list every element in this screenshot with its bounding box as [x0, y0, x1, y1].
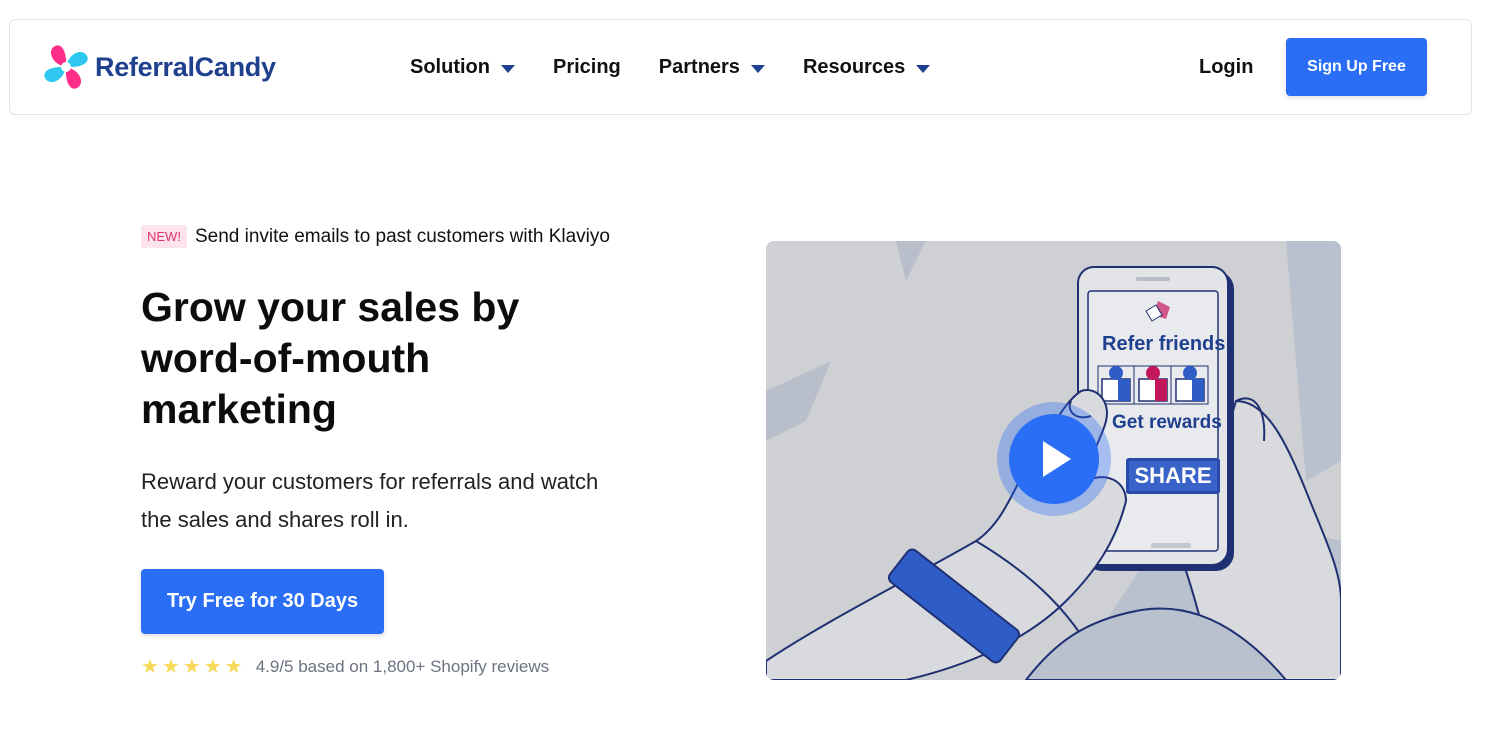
nav-item-label: Partners: [658, 56, 740, 78]
chevron-down-icon: [916, 65, 931, 73]
nav-item-label: Solution: [410, 56, 490, 78]
star-icon: ★: [224, 656, 243, 678]
star-icon: ★: [203, 656, 222, 678]
nav-item-solution[interactable]: Solution: [410, 56, 515, 79]
sign-up-button[interactable]: Sign Up Free: [1286, 38, 1427, 96]
nav-item-partners[interactable]: Partners: [659, 56, 765, 79]
new-badge: NEW!: [141, 225, 187, 248]
video-thumbnail[interactable]: Refer friends Get rewards SHARE: [766, 241, 1341, 680]
login-link[interactable]: Login: [1199, 56, 1253, 79]
nav-item-label: Pricing: [552, 56, 621, 78]
nav-item-label: Resources: [802, 56, 906, 78]
star-icon: ★: [161, 656, 180, 678]
star-icon: ★: [141, 656, 159, 678]
referralcandy-logo-icon: [44, 45, 88, 89]
share-button-graphic: SHARE: [1126, 458, 1220, 494]
chevron-down-icon: [750, 65, 765, 73]
announcement-text: Send invite emails to past customers wit…: [194, 225, 610, 247]
star-icon: ★: [182, 656, 201, 678]
hero-subtext: Reward your customers for referrals and …: [141, 469, 599, 532]
nav-item-pricing[interactable]: Pricing: [553, 56, 621, 79]
rating-stars: ★ ★ ★ ★ ★: [141, 656, 246, 678]
announcement-banner[interactable]: NEW! Send invite emails to past customer…: [141, 225, 610, 248]
chevron-down-icon: [500, 65, 515, 73]
refer-friends-text: Refer friends: [1102, 333, 1226, 355]
play-icon[interactable]: [996, 401, 1112, 517]
get-rewards-text: Get rewards: [1112, 412, 1222, 433]
main-nav: Solution Pricing Partners Resources: [410, 56, 968, 79]
hero-headline: Grow your sales by word-of-mouth marketi…: [141, 284, 520, 432]
rating-text: 4.9/5 based on 1,800+ Shopify reviews: [255, 657, 550, 676]
brand-name: ReferralCandy: [95, 51, 276, 82]
try-free-button[interactable]: Try Free for 30 Days: [141, 569, 384, 634]
top-navbar: ReferralCandy Solution Pricing Partners …: [9, 19, 1472, 115]
rating-summary: ★ ★ ★ ★ ★ 4.9/5 based on 1,800+ Shopify …: [141, 656, 549, 678]
nav-item-resources[interactable]: Resources: [802, 56, 931, 79]
brand-logo[interactable]: ReferralCandy: [41, 42, 276, 92]
